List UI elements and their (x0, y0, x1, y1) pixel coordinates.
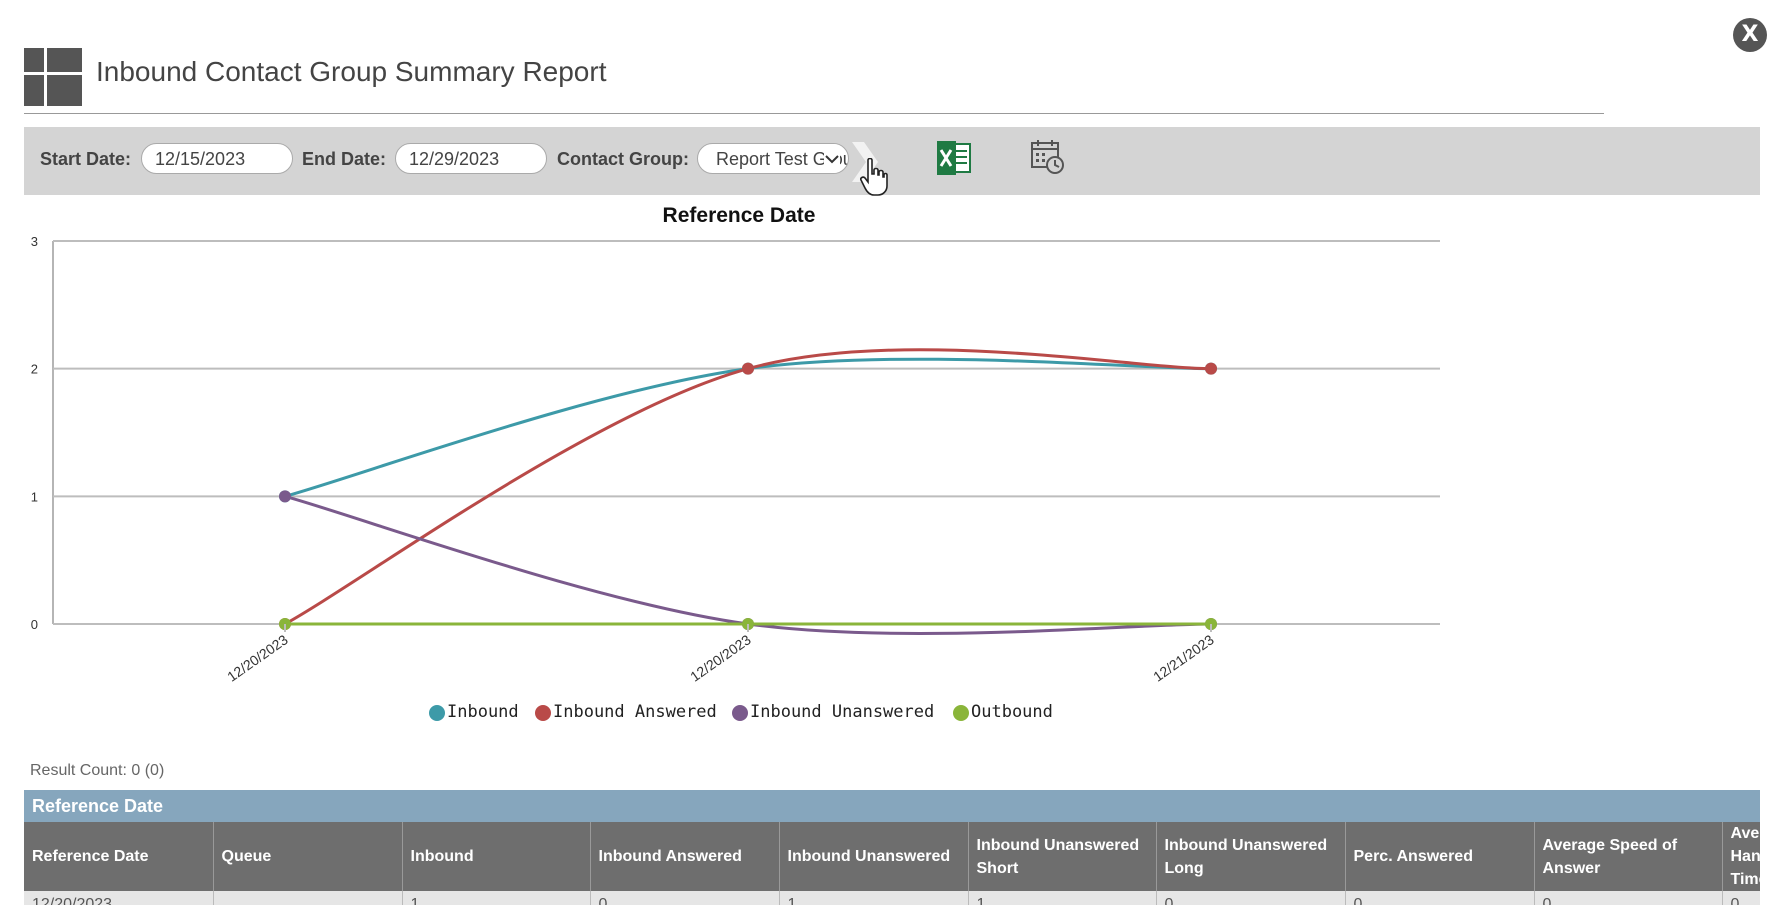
y-tick-label: 0 (31, 617, 38, 632)
filter-toolbar: Start Date: 12/15/2023 End Date: 12/29/2… (24, 127, 1760, 195)
legend-item: Inbound Answered (553, 702, 717, 722)
close-button[interactable]: X (1733, 18, 1767, 52)
contact-group-select[interactable]: Report Test Group (697, 143, 849, 174)
result-count: Result Count: 0 (0) (30, 762, 165, 779)
results-table: Reference Date Queue Inbound Inbound Answer… (24, 822, 1760, 905)
column-header[interactable]: Perc. Answered (1345, 822, 1535, 891)
series-line (284, 357, 1212, 498)
end-date-input[interactable]: 12/29/2023 (395, 143, 547, 174)
page-title: Inbound Contact Group Summary Report (96, 56, 607, 87)
column-header[interactable]: Inbound Unanswered Short (968, 822, 1157, 891)
line-chart: 0 1 2 3 12/20/2023 12/20/2023 12/21/2023 Inbo… (31, 234, 1440, 722)
column-header[interactable]: Inbound Unanswered (779, 822, 969, 891)
table-row[interactable]: 12/20/2023 1 0 1 1 0 0 0 0 (24, 891, 1760, 905)
table-cell: 0 (1345, 891, 1535, 905)
column-header[interactable]: Reference Date (24, 822, 214, 891)
legend-marker (429, 705, 445, 721)
legend-marker (732, 705, 748, 721)
y-tick-label: 3 (31, 234, 38, 249)
table-cell: 1 (402, 891, 591, 905)
contact-group-label: Contact Group: (557, 149, 689, 169)
group-header: Reference Date (24, 790, 1760, 822)
column-header[interactable]: Average Handle Time (1722, 822, 1760, 891)
start-date-input[interactable]: 12/15/2023 (141, 143, 293, 174)
table-cell: 0 (1156, 891, 1346, 905)
table-cell: 12/20/2023 (24, 891, 214, 905)
data-point (1205, 362, 1217, 375)
hand-cursor-icon (860, 157, 888, 196)
x-tick-label: 12/21/2023 (1150, 631, 1217, 684)
end-date-label: End Date: (302, 149, 387, 169)
series-line (284, 348, 1212, 626)
start-date-label: Start Date: (40, 149, 132, 169)
data-point (742, 362, 754, 375)
table-cell: 0 (1534, 891, 1723, 905)
column-header[interactable]: Queue (213, 822, 403, 891)
column-header[interactable]: Inbound (402, 822, 591, 891)
table-cell: 1 (968, 891, 1157, 905)
header-row: Reference Date Queue Inbound Inbound Answer… (24, 822, 1760, 891)
legend-item: Inbound Unanswered (750, 702, 934, 722)
table-cell: 0 (1722, 891, 1760, 905)
column-header[interactable]: Inbound Answered (590, 822, 780, 891)
schedule-icon[interactable] (1030, 139, 1066, 175)
chevron-down-icon (824, 144, 840, 173)
column-header[interactable]: Average Speed of Answer (1534, 822, 1723, 891)
legend-marker (535, 705, 551, 721)
x-tick-label: 12/20/2023 (687, 631, 754, 684)
legend-marker (953, 705, 969, 721)
title-divider (24, 113, 1604, 114)
legend-item: Inbound (447, 702, 519, 722)
excel-export-icon[interactable] (936, 141, 972, 175)
table-cell: 0 (590, 891, 780, 905)
x-tick-label: 12/20/2023 (224, 631, 291, 684)
table-cell: 1 (779, 891, 969, 905)
results-grid: Reference Date Reference Date Queue Inboun… (24, 790, 1760, 905)
y-tick-label: 1 (31, 489, 38, 504)
legend-item: Outbound (971, 702, 1053, 722)
column-header[interactable]: Inbound Unanswered Long (1156, 822, 1346, 891)
report-dashboard-icon (24, 48, 82, 106)
data-point (279, 490, 291, 503)
y-tick-label: 2 (31, 362, 38, 377)
table-cell (213, 891, 403, 905)
series-line (284, 494, 1212, 635)
